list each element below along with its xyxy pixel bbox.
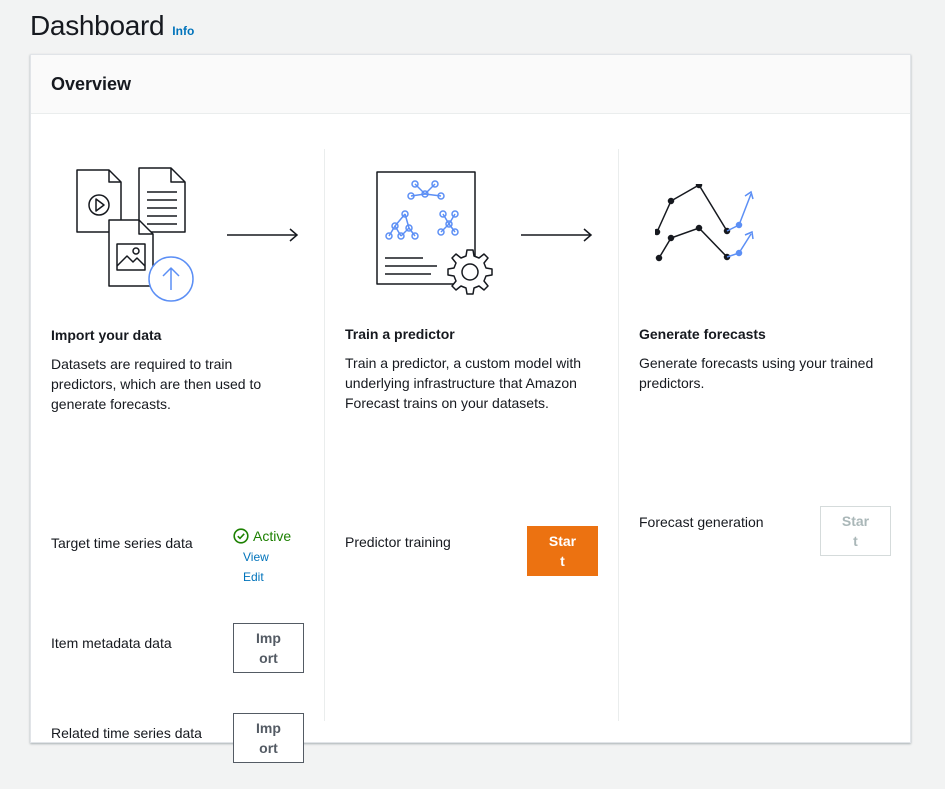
view-link[interactable]: View bbox=[243, 550, 269, 564]
forecast-chart-illustration-icon bbox=[655, 184, 754, 262]
generate-title: Generate forecasts bbox=[639, 326, 766, 342]
forecast-generation-label: Forecast generation bbox=[639, 514, 764, 530]
generate-description: Generate forecasts using your trained pr… bbox=[639, 355, 874, 391]
check-circle-icon bbox=[233, 528, 249, 544]
overview-columns: Import your data Datasets are required t… bbox=[31, 114, 913, 763]
related-time-series-label: Related time series data bbox=[51, 725, 202, 741]
page-title: Dashboard bbox=[30, 10, 165, 41]
start-predictor-button[interactable]: Start bbox=[527, 526, 598, 576]
import-description: Datasets are required to train predictor… bbox=[51, 356, 262, 412]
overview-panel-header: Overview bbox=[31, 55, 910, 114]
train-title: Train a predictor bbox=[345, 326, 455, 342]
start-forecast-button[interactable]: Start bbox=[820, 506, 891, 556]
status-badge: Active bbox=[233, 528, 291, 544]
arrow-right-icon bbox=[227, 228, 299, 242]
import-column: Import your data Datasets are required t… bbox=[31, 114, 325, 763]
item-metadata-label: Item metadata data bbox=[51, 635, 172, 651]
generate-column: Generate forecasts Generate forecasts us… bbox=[619, 114, 913, 742]
train-description: Train a predictor, a custom model with u… bbox=[345, 355, 582, 411]
overview-title: Overview bbox=[51, 74, 132, 94]
target-time-series-label: Target time series data bbox=[51, 535, 193, 551]
import-title: Import your data bbox=[51, 327, 162, 343]
info-link[interactable]: Info bbox=[172, 24, 194, 38]
train-predictor-illustration-icon bbox=[376, 171, 493, 295]
import-item-metadata-button[interactable]: Import bbox=[233, 623, 304, 673]
import-data-illustration-icon bbox=[76, 167, 194, 302]
status-text: Active bbox=[253, 528, 292, 544]
arrow-right-icon bbox=[521, 228, 593, 242]
edit-link[interactable]: Edit bbox=[243, 570, 264, 584]
page-header: Dashboard Info bbox=[30, 10, 194, 42]
import-related-time-series-button[interactable]: Import bbox=[233, 713, 304, 763]
overview-panel: Overview Import your data Datasets are r… bbox=[30, 54, 913, 763]
predictor-training-label: Predictor training bbox=[345, 534, 451, 550]
train-column: Train a predictor Train a predictor, a c… bbox=[325, 114, 619, 742]
